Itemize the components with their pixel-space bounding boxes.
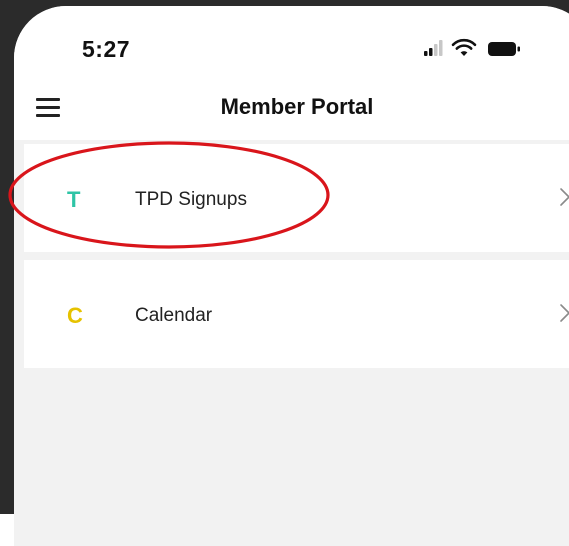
phone-screen: 5:27 Member Portal T TPD Signups C Calen…	[14, 6, 569, 546]
status-time: 5:27	[82, 36, 131, 62]
chevron-right-icon	[560, 188, 569, 206]
cellular-signal-icon	[424, 40, 443, 56]
status-icons	[422, 36, 542, 62]
menu-item-letter-icon: C	[67, 303, 83, 328]
menu-item-tpd-signups[interactable]: T TPD Signups	[24, 144, 569, 252]
battery-icon	[488, 42, 520, 56]
menu-item-label: Calendar	[135, 305, 213, 326]
chevron-right-icon	[560, 304, 569, 322]
menu-item-label: TPD Signups	[135, 189, 247, 210]
page-title: Member Portal	[220, 94, 374, 119]
menu-item-calendar[interactable]: C Calendar	[24, 260, 569, 368]
menu-item-letter-icon: T	[67, 187, 81, 212]
wifi-icon	[451, 38, 477, 56]
